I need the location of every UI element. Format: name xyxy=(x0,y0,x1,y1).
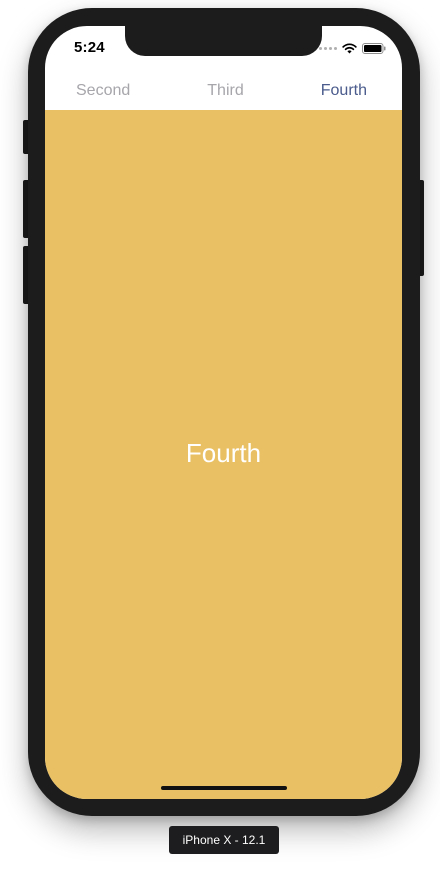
top-tab-bar: Second Third Fourth xyxy=(45,72,402,110)
content-area: Fourth xyxy=(45,110,402,799)
wifi-icon xyxy=(342,42,357,54)
home-indicator[interactable] xyxy=(161,786,287,790)
battery-icon xyxy=(362,42,386,54)
status-time: 5:24 xyxy=(74,39,105,56)
signal-dots-icon xyxy=(319,46,337,50)
status-icons xyxy=(319,42,386,54)
page-title: Fourth xyxy=(185,438,262,468)
tab-third[interactable]: Third xyxy=(207,82,243,100)
device-screen: 5:24 Second Third Fourth Fourth xyxy=(45,26,402,799)
simulator-stage: 5:24 Second Third Fourth Fourth iPhone X… xyxy=(0,0,440,871)
notch xyxy=(125,26,322,56)
tab-fourth[interactable]: Fourth xyxy=(321,82,367,100)
simulator-device-label: iPhone X - 12.1 xyxy=(169,826,279,854)
tab-second[interactable]: Second xyxy=(76,82,130,100)
